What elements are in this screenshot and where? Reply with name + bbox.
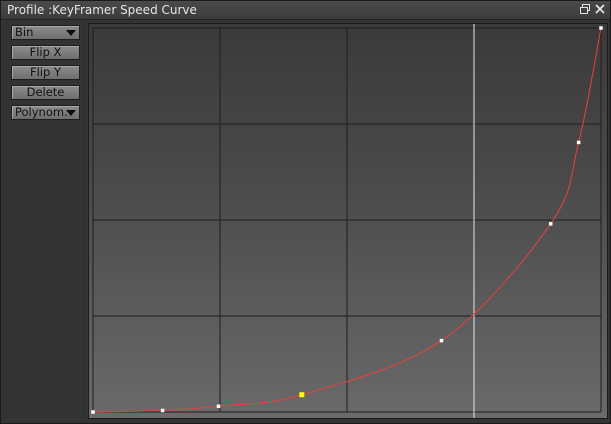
chevron-down-icon — [66, 110, 76, 116]
delete-button[interactable]: Delete — [11, 85, 80, 100]
keyframe-point[interactable] — [439, 338, 444, 343]
chevron-down-icon — [66, 30, 76, 36]
keyframe-point[interactable] — [160, 408, 165, 413]
keyframe-point[interactable] — [91, 410, 95, 414]
keyframe-point[interactable] — [548, 222, 553, 226]
keyframe-point[interactable] — [216, 404, 221, 408]
curve-plot[interactable] — [89, 24, 607, 418]
curve-editor-canvas[interactable] — [88, 23, 608, 419]
keyframe-point[interactable] — [599, 26, 603, 30]
selected-keyframe-point[interactable] — [299, 392, 305, 398]
polynomial-dropdown-label: Polynom. — [15, 105, 68, 119]
window-title: Profile :KeyFramer Speed Curve — [7, 3, 197, 17]
speed-curve-window: Profile :KeyFramer Speed Curve Bin Flip … — [0, 0, 611, 424]
tool-panel: Bin Flip X Flip Y Delete Polynom. — [4, 21, 85, 419]
flip-y-button[interactable]: Flip Y — [11, 65, 80, 80]
title-bar[interactable]: Profile :KeyFramer Speed Curve — [1, 1, 610, 20]
keyframe-point[interactable] — [576, 140, 581, 145]
delete-label: Delete — [26, 85, 65, 99]
restore-icon[interactable] — [579, 3, 591, 15]
bin-dropdown-label: Bin — [15, 25, 34, 39]
flip-y-label: Flip Y — [30, 65, 61, 79]
polynomial-dropdown[interactable]: Polynom. — [11, 105, 80, 120]
bin-dropdown[interactable]: Bin — [11, 25, 80, 40]
flip-x-label: Flip X — [29, 45, 62, 59]
close-icon[interactable] — [594, 3, 606, 15]
flip-x-button[interactable]: Flip X — [11, 45, 80, 60]
